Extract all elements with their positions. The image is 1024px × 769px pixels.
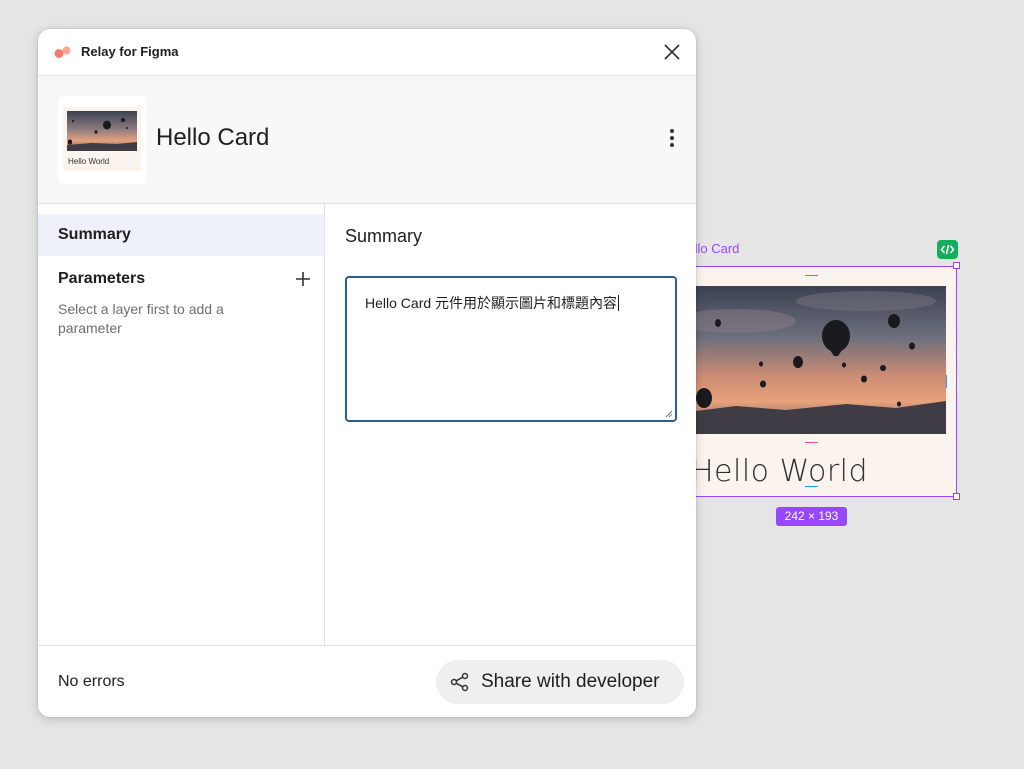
component-header: Hello World Hello Card (38, 76, 696, 204)
share-icon (450, 672, 469, 692)
thumbnail-title: Hello World (68, 157, 110, 166)
more-options-button[interactable] (662, 126, 682, 150)
summary-textarea[interactable]: Hello Card 元件用於顯示圖片和標題內容 (345, 276, 677, 422)
summary-panel: Summary Hello Card 元件用於顯示圖片和標題內容 (325, 204, 696, 645)
share-with-developer-button[interactable]: Share with developer (436, 660, 684, 704)
more-vert-icon (670, 129, 674, 147)
spacing-guide-bottom (805, 486, 818, 487)
frame-title-text: Hello World (691, 454, 869, 489)
balloon-photo (696, 286, 946, 434)
close-button[interactable] (662, 42, 682, 62)
plugin-footer: No errors Share with developer (38, 645, 696, 717)
plugin-title: Relay for Figma (81, 44, 179, 59)
close-icon (664, 44, 680, 60)
summary-text: Hello Card 元件用於顯示圖片和標題內容 (365, 295, 618, 311)
error-status: No errors (58, 673, 125, 690)
spacing-guide-top (805, 275, 818, 276)
resize-handle-top-right[interactable] (953, 262, 960, 269)
add-parameter-button[interactable] (294, 270, 312, 288)
component-name: Hello Card (156, 124, 270, 151)
component-thumbnail: Hello World (58, 96, 146, 184)
text-caret (618, 295, 620, 311)
relay-logo (54, 46, 71, 58)
spacing-guide-right (946, 375, 947, 388)
sidebar: Summary Parameters Select a layer first … (38, 204, 325, 645)
sidebar-item-parameters[interactable]: Parameters (58, 270, 145, 288)
thumbnail-card: Hello World (63, 107, 141, 171)
resize-grip-icon[interactable] (665, 410, 673, 418)
parameters-hint: Select a layer first to add a parameter (58, 301, 224, 336)
thumbnail-photo (67, 111, 137, 151)
sidebar-item-label: Summary (58, 226, 131, 243)
sidebar-item-summary[interactable]: Summary (38, 214, 324, 256)
relay-plugin-window: Relay for Figma Hello World Hello Card S… (38, 29, 696, 717)
plugin-titlebar[interactable]: Relay for Figma (38, 29, 696, 76)
code-icon[interactable] (937, 240, 958, 259)
add-icon (296, 272, 310, 286)
summary-text-wrapper: Hello Card 元件用於顯示圖片和標題內容 (365, 293, 620, 313)
hello-card-frame[interactable]: Hello World (680, 266, 957, 497)
spacing-guide-middle (805, 442, 818, 443)
share-button-label: Share with developer (481, 671, 660, 692)
resize-handle-bottom-right[interactable] (953, 493, 960, 500)
size-badge: 242 × 193 (776, 507, 847, 526)
panel-title: Summary (345, 226, 423, 246)
